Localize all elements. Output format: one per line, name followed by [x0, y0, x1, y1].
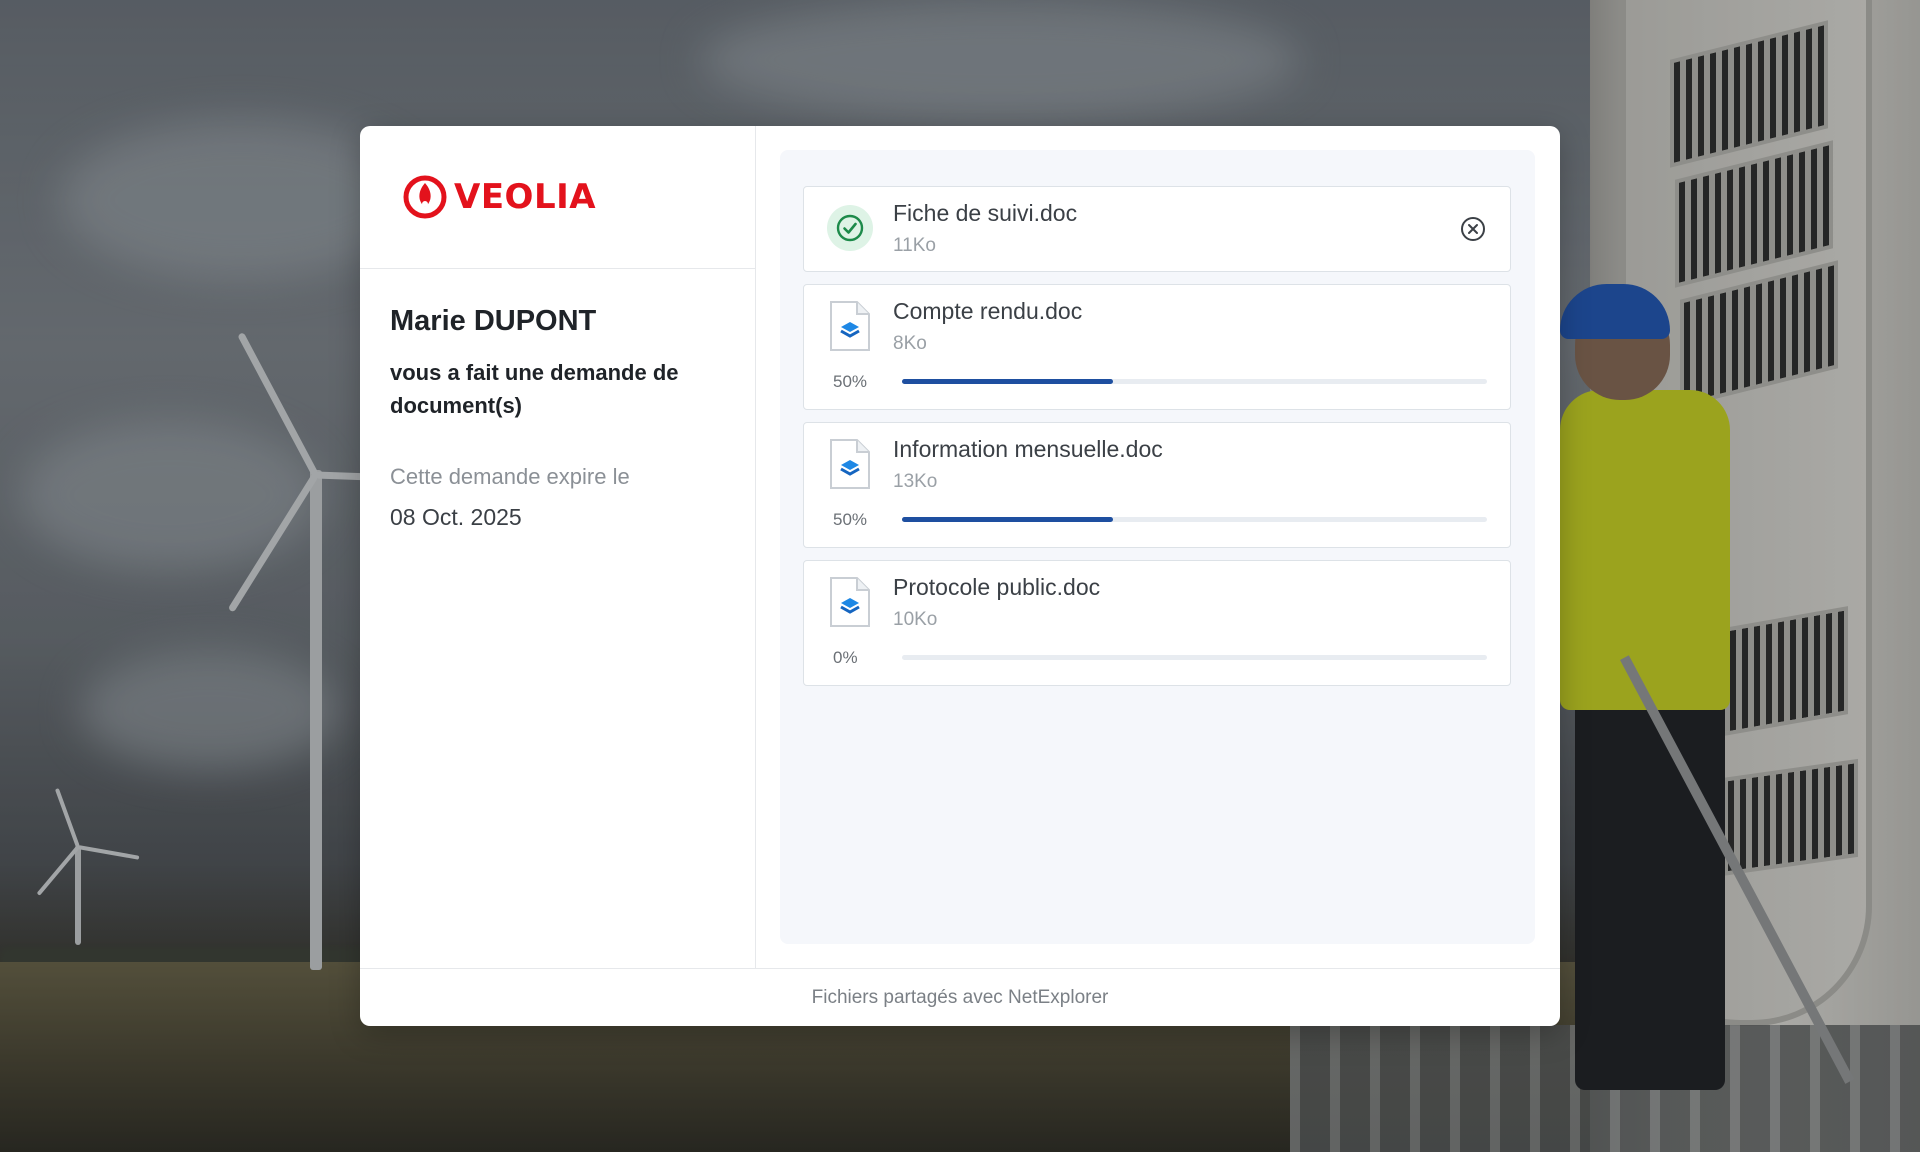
- progress-bar: [902, 379, 1487, 384]
- progress-percent: 0%: [833, 648, 858, 667]
- file-item: Fiche de suivi.doc 11Ko: [803, 186, 1511, 272]
- doc-file-icon: [830, 301, 870, 351]
- progress-fill: [902, 379, 1113, 384]
- request-info-panel: VEOLIA Marie DUPONT vous a fait une dema…: [360, 126, 756, 968]
- file-name: Protocole public.doc: [893, 574, 1101, 600]
- file-size: 11Ko: [893, 235, 936, 256]
- upload-success-indicator: [827, 205, 873, 251]
- brand-header: VEOLIA: [360, 126, 755, 269]
- requester-name: Marie DUPONT: [390, 305, 597, 337]
- file-size: 10Ko: [893, 609, 938, 630]
- file-item: Protocole public.doc 10Ko 0%: [803, 560, 1511, 686]
- footer: Fichiers partagés avec NetExplorer: [360, 968, 1560, 1026]
- file-name: Fiche de suivi.doc: [893, 200, 1078, 226]
- footer-text: Fichiers partagés avec NetExplorer: [811, 986, 1109, 1008]
- doc-file-icon: [830, 439, 870, 489]
- file-list-panel: Fiche de suivi.doc 11Ko Compte rendu.doc…: [780, 150, 1535, 944]
- expiration-label: Cette demande expire le: [390, 464, 630, 489]
- document-request-dialog: VEOLIA Marie DUPONT vous a fait une dema…: [360, 126, 1560, 1026]
- expiration-date: 08 Oct. 2025: [390, 504, 522, 530]
- file-size: 8Ko: [893, 333, 927, 354]
- progress-percent: 50%: [833, 372, 868, 391]
- veolia-logo-icon: [403, 175, 447, 219]
- doc-file-icon: [830, 577, 870, 627]
- veolia-logo-text: VEOLIA: [454, 177, 597, 217]
- check-icon: [836, 214, 864, 242]
- progress-percent: 50%: [833, 510, 868, 529]
- file-item: Compte rendu.doc 8Ko 50%: [803, 284, 1511, 410]
- file-name: Compte rendu.doc: [893, 298, 1083, 324]
- progress-bar: [902, 655, 1487, 660]
- remove-file-button[interactable]: [1460, 216, 1486, 242]
- progress-bar: [902, 517, 1487, 522]
- request-details: Marie DUPONT vous a fait une demande de …: [360, 269, 755, 531]
- file-item: Information mensuelle.doc 13Ko 50%: [803, 422, 1511, 548]
- file-name: Information mensuelle.doc: [893, 436, 1163, 462]
- request-message: vous a fait une demande de document(s): [390, 360, 679, 418]
- progress-fill: [902, 517, 1113, 522]
- remove-icon: [1461, 217, 1485, 241]
- file-size: 13Ko: [893, 471, 938, 492]
